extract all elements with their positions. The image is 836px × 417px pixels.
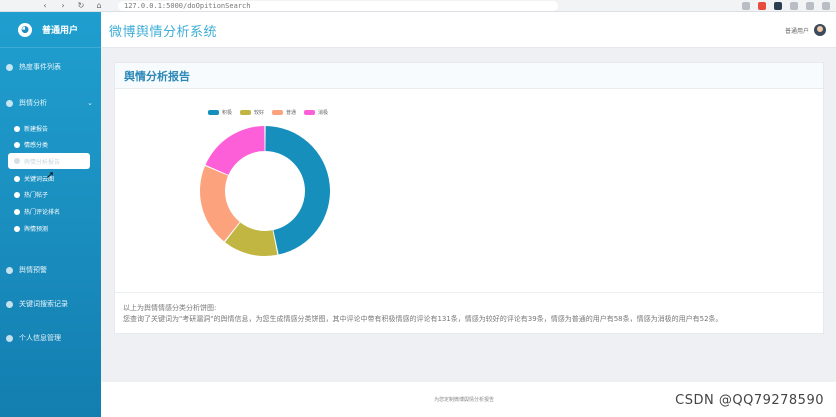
sidebar-item-opinion-analysis[interactable]: 舆情分析 ⌄ [0, 98, 101, 108]
summary-body: 您查询了关键词为"考研漏洞"的舆情信息，为您生成情感分类饼图，其中评论中带有积极… [123, 315, 723, 323]
forward-icon[interactable]: › [58, 1, 68, 10]
sidebar-subitem-label: 热门评论排名 [24, 209, 61, 216]
cloud-icon [14, 175, 20, 182]
divider [115, 292, 823, 293]
sidebar-subitem-hot-comments[interactable]: 热门评论排名 [14, 206, 94, 217]
sidebar-item-profile[interactable]: 个人信息管理 [0, 333, 101, 343]
refresh-icon[interactable]: ↻ [76, 1, 86, 10]
app-grid-icon[interactable] [758, 2, 766, 10]
sidebar-subitem-label: 情感分类 [24, 142, 49, 149]
card-title: 舆情分析报告 [124, 70, 190, 83]
legend-swatch [272, 110, 284, 115]
download-icon[interactable] [806, 2, 814, 10]
chevron-down-icon: ⌄ [87, 99, 93, 107]
header-user[interactable]: 普通用户 [785, 24, 826, 36]
warning-icon [6, 266, 13, 274]
sidebar-subitem-label: 舆情预测 [24, 226, 49, 233]
sidebar-item-label: 热度事件列表 [19, 63, 61, 71]
sidebar-item-label: 舆情分析 [19, 99, 47, 107]
sidebar-subitem-forecast[interactable]: 舆情预测 [14, 223, 94, 234]
chart-legend: 积极 较好 普通 消极 [208, 109, 328, 116]
cloud-icon [14, 158, 20, 164]
cloud-icon [14, 208, 20, 215]
sidebar-subitem-label: 新建报告 [24, 126, 49, 133]
donut-slice-积极[interactable] [265, 126, 330, 255]
analysis-icon [6, 99, 13, 107]
more-icon[interactable] [822, 2, 830, 10]
legend-item-negative[interactable]: 消极 [304, 109, 328, 116]
share-icon[interactable] [790, 2, 798, 10]
legend-item-good[interactable]: 较好 [240, 109, 264, 116]
mouse-cursor-icon: ➚ [46, 170, 55, 181]
fire-icon [6, 63, 13, 71]
browser-toolbar: ‹ › ↻ ⌂ 127.0.0.1:5000/doOpitionSearch [0, 0, 836, 12]
browser-extensions [742, 0, 830, 12]
top-header: 微博舆情分析系统 普通用户 [101, 12, 836, 48]
watermark: CSDN @QQ79278590 [675, 393, 824, 408]
legend-label: 消极 [318, 110, 329, 116]
sidebar-item-label: 关键词搜索记录 [19, 300, 68, 308]
legend-label: 普通 [286, 110, 297, 116]
extension-icon[interactable] [742, 2, 750, 10]
sidebar-item-search-history[interactable]: 关键词搜索记录 [0, 299, 101, 309]
cloud-icon [14, 225, 20, 232]
legend-swatch [304, 110, 316, 115]
profile-icon[interactable] [774, 2, 782, 10]
legend-label: 较好 [254, 110, 265, 116]
page-title: 微博舆情分析系统 [109, 25, 218, 40]
donut-slice-普通[interactable] [200, 166, 240, 242]
sidebar-item-label: 个人信息管理 [19, 334, 61, 342]
sidebar-subitem-sentiment[interactable]: 情感分类 [14, 139, 94, 150]
summary-title: 以上为舆情情感分类分析饼图: [123, 304, 217, 312]
sidebar-item-warning[interactable]: 舆情预警 [0, 265, 101, 275]
weibo-logo-icon: ◕ [18, 22, 32, 37]
sidebar-subitem-hot-posts[interactable]: 热门帖子 [14, 189, 94, 200]
footer-text: 为您定制微博舆情分析报告 [434, 397, 495, 403]
sidebar-brand: ◕ 普通用户 [0, 12, 101, 48]
sidebar-subitem-label: 热门帖子 [24, 192, 49, 199]
sentiment-donut-chart [200, 126, 330, 256]
cloud-icon [14, 141, 20, 148]
browser-nav: ‹ › ↻ ⌂ [40, 1, 104, 10]
avatar[interactable] [814, 24, 826, 36]
sidebar-subitem-new-report[interactable]: 新建报告 [14, 123, 94, 134]
legend-item-positive[interactable]: 积极 [208, 109, 232, 116]
sidebar: ◕ 普通用户 热度事件列表 舆情分析 ⌄ 新建报告 情感分类 舆情分析报告 关键… [0, 12, 101, 417]
back-icon[interactable]: ‹ [40, 1, 50, 10]
report-card: 舆情分析报告 积极 较好 普通 消极 以上为舆情情感分类分析饼图: 您查询了关键… [114, 62, 824, 334]
home-icon[interactable]: ⌂ [94, 1, 104, 10]
address-bar[interactable]: 127.0.0.1:5000/doOpitionSearch [118, 0, 558, 11]
search-icon [6, 300, 13, 308]
sidebar-user-label: 普通用户 [42, 26, 79, 36]
user-icon [6, 334, 13, 342]
sidebar-subitem-opinion-report[interactable]: 舆情分析报告 [8, 153, 90, 169]
header-user-label: 普通用户 [784, 27, 809, 35]
sidebar-subitem-label: 舆情分析报告 [24, 158, 61, 166]
card-header: 舆情分析报告 [115, 63, 823, 89]
cloud-icon [14, 125, 20, 132]
legend-swatch [208, 110, 219, 115]
sidebar-item-label: 舆情预警 [19, 266, 47, 274]
donut-slice-消极[interactable] [205, 126, 265, 175]
cloud-icon [14, 191, 20, 198]
sidebar-item-hot-events[interactable]: 热度事件列表 [0, 62, 101, 72]
legend-item-normal[interactable]: 普通 [272, 109, 296, 116]
legend-swatch [240, 110, 252, 115]
legend-label: 积极 [222, 110, 233, 116]
